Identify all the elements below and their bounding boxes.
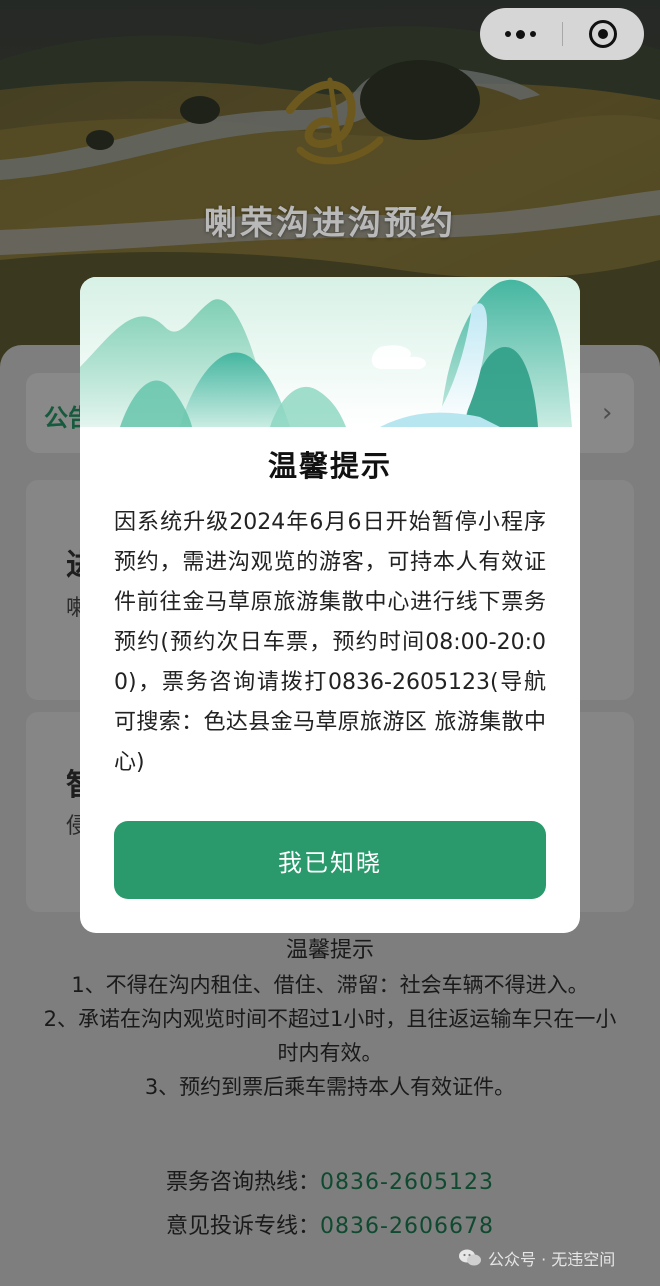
complaint-hotline: 意见投诉专线：0836-2606678 (0, 1208, 660, 1240)
ticket-hotline-label: 票务咨询热线： (166, 1170, 321, 1195)
watermark-text: 公众号 · 无违空间 (488, 1250, 616, 1269)
notice-modal: 温馨提示 因系统升级2024年6月6日开始暂停小程序预约，需进沟观览的游客，可持… (80, 277, 580, 933)
acknowledge-button[interactable]: 我已知晓 (114, 821, 546, 899)
ticket-hotline: 票务咨询热线：0836-2605123 (0, 1164, 660, 1196)
more-dots-icon (505, 29, 537, 39)
more-menu-button[interactable] (480, 8, 562, 60)
tip-item: 3、预约到票后乘车需持本人有效证件。 (144, 1075, 516, 1099)
complaint-hotline-label: 意见投诉专线： (166, 1214, 321, 1239)
tips-list: 1、不得在沟内租住、借住、滞留：社会车辆不得进入。 2、承诺在沟内观览时间不超过… (40, 968, 620, 1104)
tips-title: 温馨提示 (285, 938, 374, 963)
mountain-illustration (80, 277, 580, 427)
wechat-watermark: 公众号 · 无违空间 (458, 1246, 615, 1270)
miniprogram-capsule (480, 8, 644, 60)
close-miniprogram-button[interactable] (563, 8, 645, 60)
modal-title: 温馨提示 (267, 449, 392, 483)
modal-body-text: 因系统升级2024年6月6日开始暂停小程序预约，需进沟观览的游客，可持本人有效证… (114, 510, 546, 775)
chevron-right-icon: › (602, 398, 613, 428)
hero-title: 喇荣沟进沟预约 (204, 203, 456, 242)
wechat-icon (459, 1249, 481, 1266)
tip-item: 1、不得在沟内租住、借住、滞留：社会车辆不得进入。 (71, 973, 589, 997)
complaint-hotline-number[interactable]: 0836-2606678 (320, 1214, 494, 1239)
target-icon (589, 20, 618, 48)
ticket-hotline-number[interactable]: 0836-2605123 (320, 1170, 494, 1195)
tip-item: 2、承诺在沟内观览时间不超过1小时，且往返运输车只在一小时内有效。 (43, 1007, 617, 1065)
